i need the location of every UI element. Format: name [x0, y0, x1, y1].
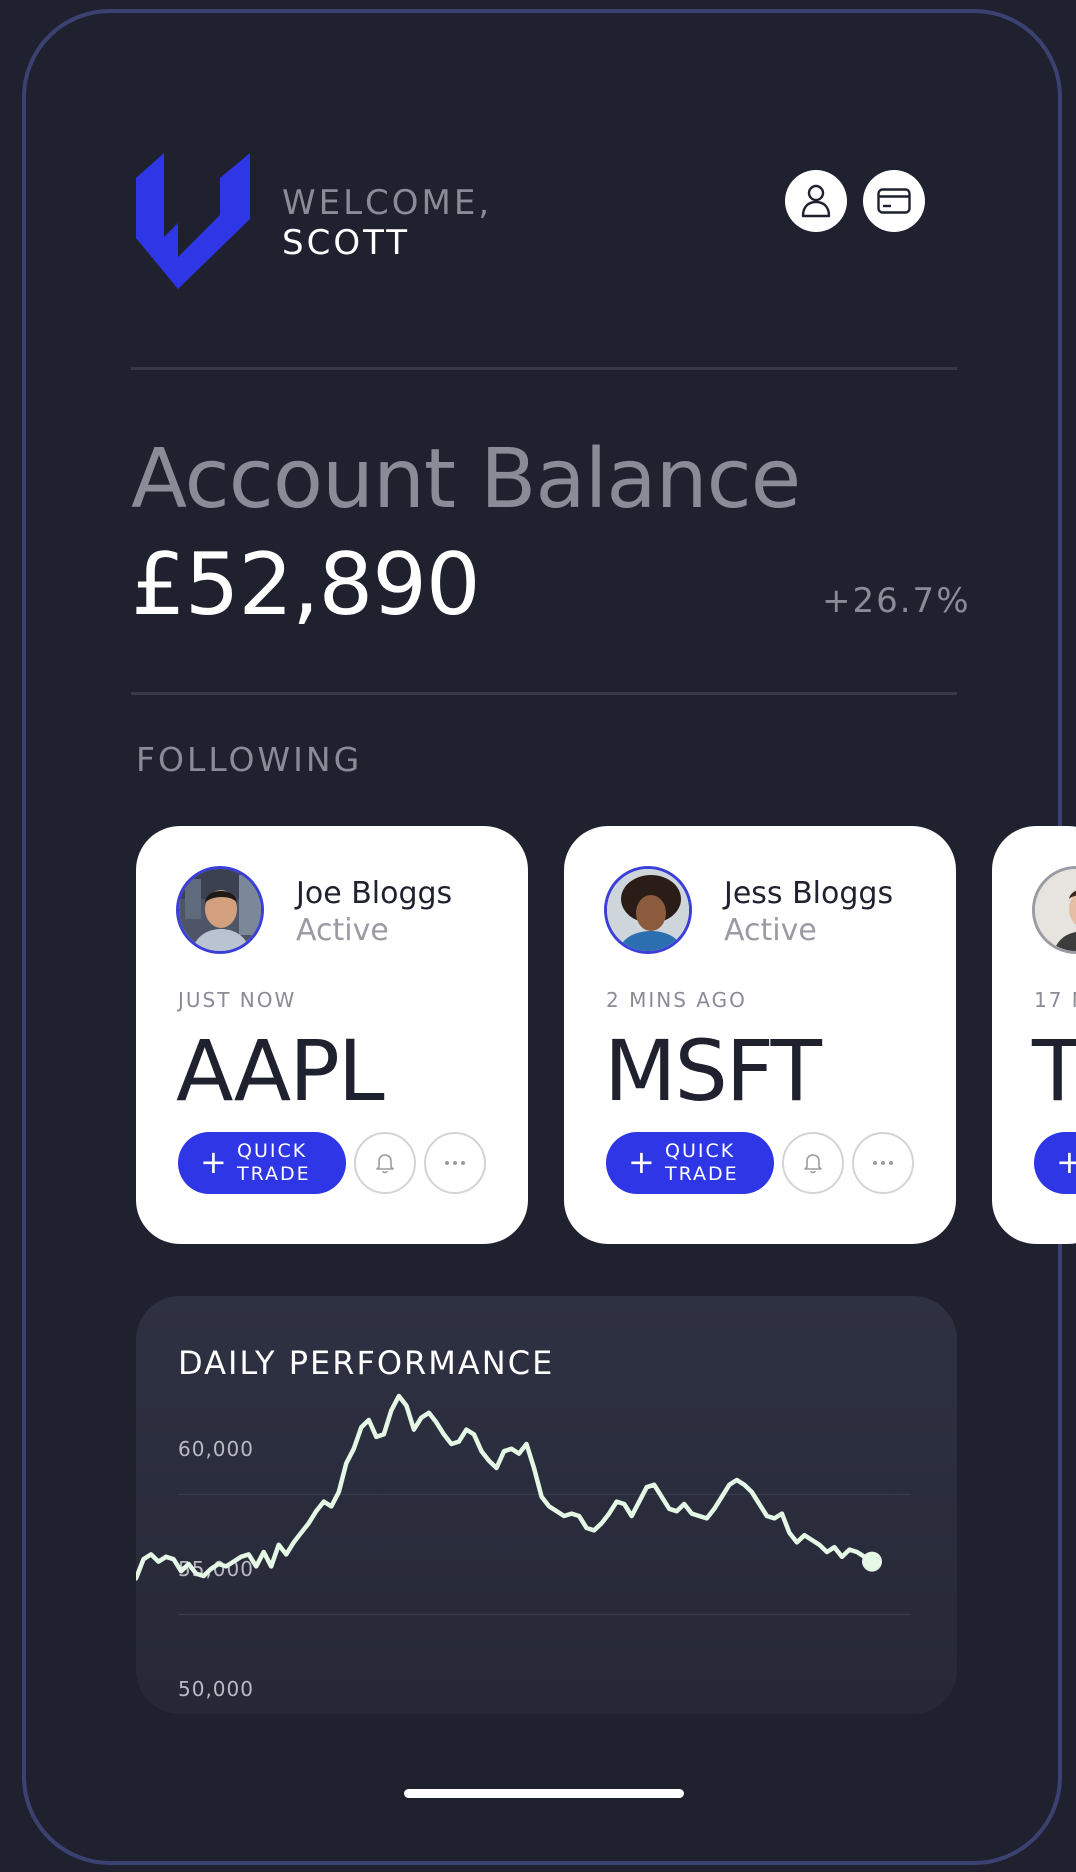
avatar [1032, 866, 1076, 954]
performance-line [136, 1393, 875, 1581]
plus-icon: + [628, 1143, 655, 1181]
more-button[interactable] [852, 1132, 914, 1194]
quick-trade-button[interactable]: + [1034, 1132, 1076, 1194]
alert-button[interactable] [354, 1132, 416, 1194]
balance-change: +26.7% [822, 581, 971, 621]
quick-trade-button[interactable]: + QUICK TRADE [178, 1132, 346, 1194]
balance-value: £52,890 [131, 535, 481, 635]
balance-title: Account Balance [131, 432, 801, 527]
alert-button[interactable] [782, 1132, 844, 1194]
more-button[interactable] [424, 1132, 486, 1194]
trader-card[interactable]: Jess Bloggs Active 2 MINS AGO MSFT + QUI… [564, 826, 956, 1244]
bell-icon [804, 1154, 822, 1174]
profile-button[interactable] [785, 170, 847, 232]
trade-time: 2 MINS AGO [606, 988, 747, 1012]
trader-name: Joe Bloggs [296, 876, 453, 911]
trader-card[interactable]: 17 M T + [992, 826, 1076, 1244]
quick-trade-label: QUICK TRADE [237, 1140, 311, 1185]
divider [131, 367, 957, 370]
cards-button[interactable] [863, 170, 925, 232]
trader-status: Active [296, 913, 389, 948]
ticker-symbol: T [1032, 1022, 1076, 1120]
trade-time: JUST NOW [178, 988, 297, 1012]
quick-trade-label: QUICK TRADE [665, 1140, 739, 1185]
home-indicator [404, 1789, 684, 1798]
trader-status: Active [724, 913, 817, 948]
ticker-symbol: AAPL [176, 1022, 385, 1120]
avatar [604, 866, 692, 954]
latest-point [862, 1551, 882, 1572]
quick-trade-button[interactable]: + QUICK TRADE [606, 1132, 774, 1194]
more-icon [873, 1161, 893, 1165]
user-name: SCOTT [282, 223, 411, 263]
trader-card[interactable]: Joe Bloggs Active JUST NOW AAPL + QUICK T… [136, 826, 528, 1244]
performance-chart [136, 1393, 882, 1581]
ticker-symbol: MSFT [604, 1022, 822, 1120]
plus-icon: + [200, 1143, 227, 1181]
logo-icon [136, 153, 250, 289]
avatar [176, 866, 264, 954]
plus-icon: + [1056, 1143, 1076, 1181]
bell-icon [376, 1154, 394, 1174]
trade-time: 17 M [1034, 988, 1076, 1012]
profile-icon [801, 184, 831, 218]
trader-name: Jess Bloggs [724, 876, 894, 911]
performance-panel: DAILY PERFORMANCE 60,000 55,000 50,000 [136, 1296, 957, 1714]
welcome-label: WELCOME, [282, 183, 493, 223]
following-label: FOLLOWING [136, 740, 363, 779]
divider [131, 692, 957, 695]
card-icon [877, 188, 911, 214]
more-icon [445, 1161, 465, 1165]
